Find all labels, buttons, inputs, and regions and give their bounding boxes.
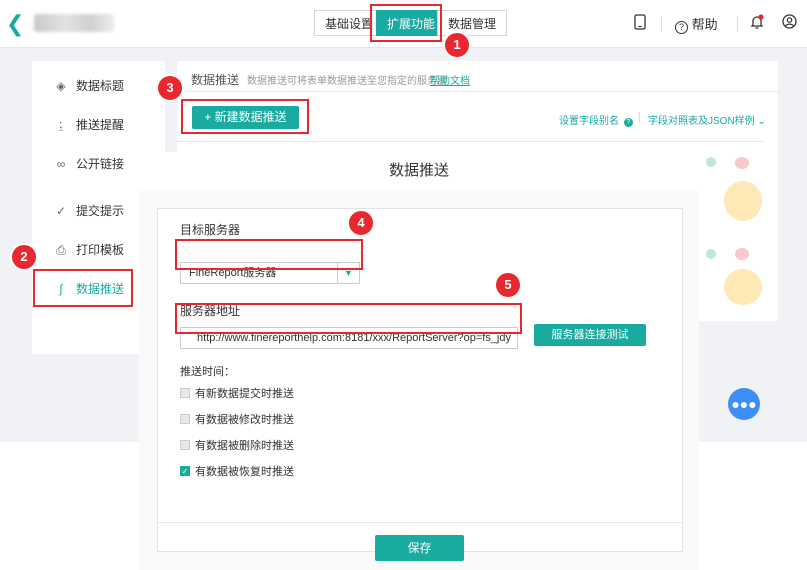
checkbox-restored[interactable]: ✓	[180, 466, 190, 476]
target-server-label: 目标服务器	[180, 223, 241, 237]
option-deleted-label: 有数据被删除时推送	[195, 440, 294, 452]
option-restored-label: 有数据被恢复时推送	[195, 466, 294, 478]
push-time-label: 推送时间：	[180, 366, 235, 378]
save-button[interactable]: 保存	[375, 535, 464, 561]
highlight-box-server-address	[175, 303, 522, 334]
sidebar-item-label: 打印模板	[76, 243, 125, 257]
link-icon: ∞	[56, 157, 66, 171]
back-arrow-icon[interactable]: ❮	[6, 12, 26, 36]
sidebar-item-label: 提交提示	[76, 204, 125, 218]
step-badge-4: 4	[349, 211, 373, 235]
tag-icon: ◈	[56, 79, 66, 93]
tab-data-management[interactable]: 数据管理	[437, 10, 508, 36]
divider	[177, 141, 765, 142]
mobile-icon[interactable]	[634, 14, 646, 33]
page-title: 数据推送	[191, 73, 240, 87]
field-alias-label: 设置字段别名	[559, 116, 619, 127]
highlight-box-data-push	[33, 269, 133, 307]
decoration	[706, 249, 716, 259]
json-sample-link[interactable]: 字段对照表及JSON样例 ⌄	[648, 112, 766, 127]
divider	[177, 91, 778, 92]
decoration	[724, 181, 762, 221]
chat-support-icon[interactable]: ●●●	[728, 388, 760, 420]
highlight-box-extensions-tab	[370, 4, 442, 42]
page-description: 数据推送可将表单数据推送至您指定的服务器	[247, 76, 447, 87]
server-connection-test-button[interactable]: 服务器连接测试	[534, 324, 646, 346]
help-icon: ?	[675, 21, 688, 34]
help-button[interactable]: ? 帮助	[675, 14, 718, 34]
step-badge-3: 3	[158, 76, 182, 100]
question-icon: ?	[623, 118, 633, 127]
sidebar-item-label: 数据标题	[76, 79, 125, 93]
divider	[661, 16, 662, 32]
decoration	[706, 157, 716, 167]
checkbox-modified[interactable]	[180, 414, 190, 424]
step-badge-1: 1	[445, 33, 469, 57]
divider: |	[638, 112, 641, 123]
step-badge-2: 2	[12, 245, 36, 269]
printer-icon: ⎙	[56, 243, 66, 257]
sidebar-item-push-reminder[interactable]: ⍮ 推送提醒	[32, 109, 165, 141]
notification-bell-icon[interactable]	[750, 14, 764, 33]
modal-header: 数据推送	[139, 152, 699, 190]
field-alias-link[interactable]: 设置字段别名 ?	[559, 112, 633, 127]
step-badge-5: 5	[496, 273, 520, 297]
bell-icon: ⍮	[57, 118, 65, 132]
sidebar-item-label: 公开链接	[76, 157, 125, 171]
decoration	[735, 248, 749, 260]
highlight-box-new-push	[181, 99, 309, 134]
option-new-submit-label: 有新数据提交时推送	[195, 388, 294, 400]
divider	[158, 522, 682, 523]
decoration	[724, 269, 762, 305]
checkbox-deleted[interactable]	[180, 440, 190, 450]
sidebar-item-label: 推送提醒	[76, 118, 125, 132]
checkbox-new-submit[interactable]	[180, 388, 190, 398]
highlight-box-target-server	[175, 239, 363, 270]
decoration	[735, 157, 749, 169]
help-label: 帮助	[691, 17, 718, 32]
modal-title: 数据推送	[388, 162, 449, 179]
check-circle-icon: ✓	[55, 204, 67, 218]
chevron-down-icon: ⌄	[757, 116, 766, 127]
help-doc-link[interactable]: 帮助文档	[430, 72, 470, 87]
app-name-blurred	[34, 14, 114, 32]
divider	[737, 16, 738, 32]
json-sample-label: 字段对照表及JSON样例	[648, 116, 755, 127]
sidebar-item-data-title[interactable]: ◈ 数据标题	[32, 70, 165, 102]
user-avatar-icon[interactable]	[782, 14, 797, 32]
option-modified-label: 有数据被修改时推送	[195, 414, 294, 426]
